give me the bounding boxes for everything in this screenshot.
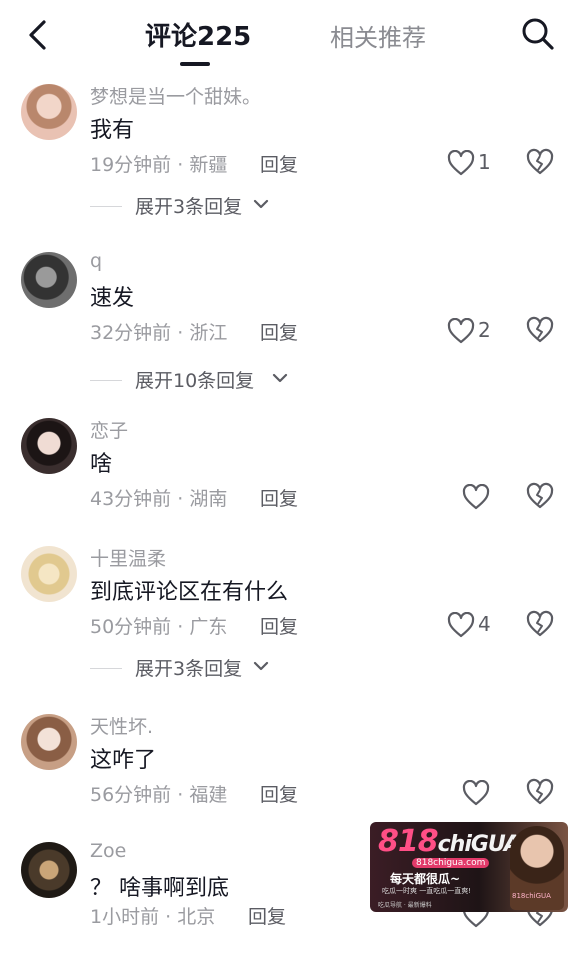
watermark-footer: 吃瓜导航 · 最新爆料 <box>378 902 432 909</box>
expand-replies-label: 展开10条回复 <box>135 370 255 392</box>
watermark-logo: 818chiGUA 818chigua.com 每天都很瓜~ 吃瓜一时爽 一直吃… <box>370 822 568 912</box>
comment-location: 北京 <box>177 906 216 928</box>
watermark-logo-text: 818chiGUA <box>378 824 521 859</box>
broken-heart-icon <box>525 900 555 932</box>
comment-time: 50分钟前 <box>90 616 172 638</box>
meta-separator: · <box>171 784 190 806</box>
broken-heart-icon <box>525 316 555 348</box>
avatar[interactable] <box>21 252 77 308</box>
tab-related[interactable]: 相关推荐 <box>330 18 426 53</box>
avatar[interactable] <box>21 546 77 602</box>
reply-button[interactable]: 回复 <box>248 902 286 929</box>
meta-separator: · <box>171 616 190 638</box>
comment-location: 广东 <box>189 616 228 638</box>
meta-separator: · <box>171 154 190 176</box>
avatar[interactable] <box>21 842 77 898</box>
avatar[interactable] <box>21 714 77 770</box>
dislike-button[interactable] <box>525 148 555 178</box>
like-button[interactable] <box>462 483 492 514</box>
comment-time: 1小时前 <box>90 906 160 928</box>
comment-username[interactable]: 十里温柔 <box>90 544 166 571</box>
comment-time: 56分钟前 <box>90 784 172 806</box>
top-bar: 评论225 相关推荐 <box>0 0 577 72</box>
comment-username[interactable]: 天性坏. <box>90 712 153 739</box>
comment-meta: 19分钟前 · 新疆 <box>90 150 227 177</box>
comment-meta: 56分钟前 · 福建 <box>90 780 227 807</box>
comment-time: 19分钟前 <box>90 154 172 176</box>
comment-time: 32分钟前 <box>90 322 172 344</box>
like-count: 2 <box>478 318 491 342</box>
reply-button[interactable]: 回复 <box>260 318 298 345</box>
avatar[interactable] <box>21 418 77 474</box>
like-button[interactable] <box>462 779 492 810</box>
comment-text: 我有 <box>90 118 135 143</box>
broken-heart-icon <box>525 482 555 514</box>
comment-meta: 50分钟前 · 广东 <box>90 612 227 639</box>
meta-separator: · <box>171 322 190 344</box>
reply-button[interactable]: 回复 <box>260 780 298 807</box>
meta-separator: · <box>159 906 178 928</box>
broken-heart-icon <box>525 148 555 180</box>
dislike-button[interactable] <box>525 778 555 808</box>
reply-button[interactable]: 回复 <box>260 150 298 177</box>
broken-heart-icon <box>525 778 555 810</box>
dislike-button[interactable] <box>525 316 555 346</box>
comment-username[interactable]: 梦想是当一个甜妹。 <box>90 82 261 109</box>
like-count: 1 <box>478 150 491 174</box>
expand-replies-button[interactable]: 展开3条回复 <box>90 192 310 222</box>
reply-button[interactable]: 回复 <box>260 484 298 511</box>
heart-icon <box>462 483 490 514</box>
like-button[interactable]: 1 <box>447 148 503 182</box>
heart-icon <box>462 779 490 810</box>
tab-active-indicator <box>180 62 210 66</box>
expand-replies-label: 展开3条回复 <box>135 658 243 680</box>
comment-meta: 1小时前 · 北京 <box>90 902 215 929</box>
comment-meta: 32分钟前 · 浙江 <box>90 318 227 345</box>
comment-item[interactable]: 十里温柔到底评论区在有什么 50分钟前 · 广东 回复 4 展开3条回复 <box>0 534 577 684</box>
comment-location: 福建 <box>189 784 228 806</box>
comment-location: 湖南 <box>189 488 228 510</box>
comment-username[interactable]: 恋子 <box>90 416 128 443</box>
comment-text: 这咋了 <box>90 748 157 773</box>
expand-replies-label: 展开3条回复 <box>135 196 243 218</box>
back-arrow-icon[interactable] <box>22 16 56 54</box>
comment-location: 新疆 <box>189 154 228 176</box>
like-count: 4 <box>478 612 491 636</box>
search-icon[interactable] <box>518 14 558 54</box>
comment-text: 到底评论区在有什么 <box>90 580 289 605</box>
like-button[interactable]: 2 <box>447 316 503 350</box>
heart-icon <box>462 901 490 932</box>
dislike-button[interactable] <box>525 482 555 512</box>
comment-username[interactable]: Zoe <box>90 840 126 862</box>
broken-heart-icon <box>525 610 555 642</box>
comment-item[interactable]: 梦想是当一个甜妹。 我有 19分钟前 · 新疆 回复 1 展开3条回复 <box>0 72 577 222</box>
watermark-slogan: 每天都很瓜~ <box>390 872 461 886</box>
reply-button[interactable]: 回复 <box>260 612 298 639</box>
comment-item[interactable]: q 速发 32分钟前 · 浙江 回复 2 展开10条回复 <box>0 240 577 392</box>
avatar[interactable] <box>21 84 77 140</box>
meta-separator: · <box>171 488 190 510</box>
like-button[interactable]: 4 <box>447 610 503 644</box>
expand-divider <box>90 206 122 207</box>
expand-replies-button[interactable]: 展开3条回复 <box>90 654 310 684</box>
expand-replies-button[interactable]: 展开10条回复 <box>90 366 310 396</box>
comment-time: 43分钟前 <box>90 488 172 510</box>
tab-comments[interactable]: 评论225 <box>145 16 251 53</box>
watermark-subtitle: 吃瓜一时爽 一直吃瓜一直爽! <box>382 887 472 895</box>
watermark-url: 818chigua.com <box>412 858 490 868</box>
comment-text: 啥 <box>90 452 113 477</box>
comment-text: 速发 <box>90 286 135 311</box>
comment-meta: 43分钟前 · 湖南 <box>90 484 227 511</box>
comment-text: ？ 啥事啊到底 <box>90 876 229 901</box>
watermark-brand: 818chiGUA <box>512 892 551 900</box>
dislike-button[interactable] <box>525 610 555 640</box>
expand-divider <box>90 668 122 669</box>
expand-divider <box>90 380 122 381</box>
comment-location: 浙江 <box>189 322 228 344</box>
comment-username[interactable]: q <box>90 250 102 272</box>
